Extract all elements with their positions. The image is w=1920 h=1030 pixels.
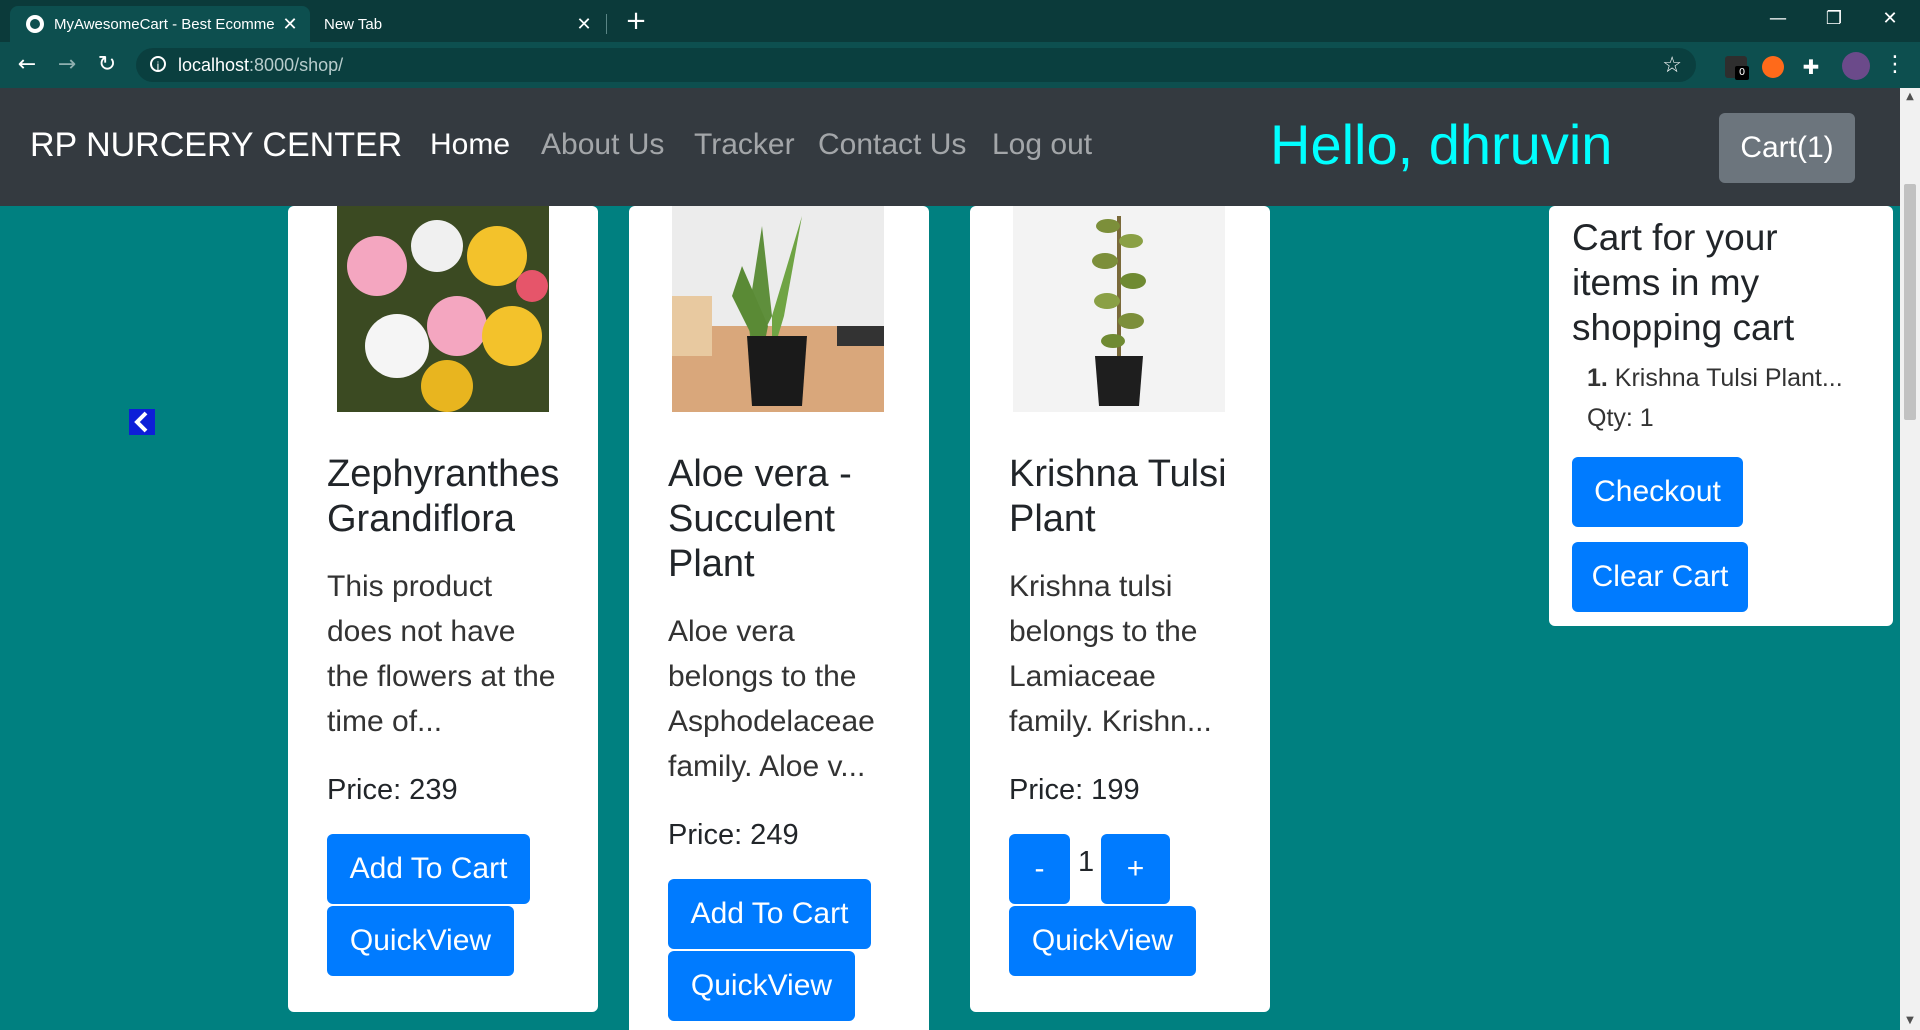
forward-icon[interactable]: → — [52, 50, 82, 80]
product-price: Price: 199 — [1009, 774, 1140, 806]
scroll-thumb[interactable] — [1904, 184, 1916, 420]
cart-button[interactable]: Cart(1) — [1719, 113, 1855, 183]
product-description: Aloe vera belongs to the Asphodelaceae f… — [668, 609, 908, 789]
product-title-line: Zephyranthes — [327, 453, 560, 495]
brand-logo-text[interactable]: RP NURCERY CENTER — [30, 126, 402, 165]
scroll-down-icon[interactable]: ▼ — [1900, 1012, 1920, 1030]
globe-icon — [26, 15, 44, 33]
window-close-icon[interactable]: ✕ — [1862, 4, 1918, 34]
desc-line: the flowers at the — [327, 660, 556, 693]
cart-item-number: 1. — [1587, 364, 1608, 392]
browser-toolbar: ← → ↻ i localhost:8000/shop/ ☆ 0 ✚ ⋮ — [0, 42, 1920, 88]
minimize-icon[interactable]: — — [1750, 4, 1806, 34]
desc-line: belongs to the — [668, 660, 857, 693]
checkout-button[interactable]: Checkout — [1572, 457, 1743, 527]
quickview-button[interactable]: QuickView — [327, 906, 514, 976]
browser-tab-strip: MyAwesomeCart - Best Ecomme ✕ New Tab ✕ … — [0, 0, 1920, 42]
product-price: Price: 239 — [327, 774, 458, 806]
desc-line: Krishna tulsi — [1009, 570, 1173, 603]
quantity-value: 1 — [1078, 846, 1095, 878]
product-description: This product does not have the flowers a… — [327, 564, 567, 744]
cart-item-name: Krishna Tulsi Plant... — [1607, 364, 1843, 392]
url-host: localhost — [178, 55, 250, 75]
add-to-cart-button[interactable]: Add To Cart — [668, 879, 871, 949]
site-navbar: RP NURCERY CENTER Home About Us Tracker … — [0, 88, 1900, 206]
extension-icon[interactable]: 0 — [1725, 56, 1749, 80]
desc-line: Asphodelaceae — [668, 705, 875, 738]
puzzle-icon[interactable]: ✚ — [1800, 56, 1822, 78]
tab-separator — [606, 14, 607, 34]
product-title: Aloe vera - Succulent Plant — [668, 452, 852, 587]
product-image-flowers — [337, 206, 549, 412]
cart-item: 1. Krishna Tulsi Plant... — [1587, 364, 1843, 393]
product-card: Aloe vera - Succulent Plant Aloe vera be… — [629, 206, 929, 1030]
product-description: Krishna tulsi belongs to the Lamiaceae f… — [1009, 564, 1249, 744]
tab-title: MyAwesomeCart - Best Ecomme — [54, 15, 275, 33]
product-title: Zephyranthes Grandiflora — [327, 452, 559, 542]
cart-popover: Cart for your items in my shopping cart … — [1549, 206, 1893, 626]
product-title: Krishna Tulsi Plant — [1009, 452, 1227, 542]
product-price: Price: 249 — [668, 819, 799, 851]
clear-cart-button[interactable]: Clear Cart — [1572, 542, 1748, 612]
scroll-up-icon[interactable]: ▲ — [1900, 88, 1920, 106]
profile-avatar[interactable] — [1842, 52, 1870, 80]
product-title-line: Succulent — [668, 498, 835, 540]
extension-badge: 0 — [1735, 66, 1749, 80]
quickview-button[interactable]: QuickView — [1009, 906, 1196, 976]
bookmark-star-icon[interactable]: ☆ — [1662, 48, 1682, 82]
cart-item-qty: Qty: 1 — [1587, 404, 1654, 432]
desc-line: Lamiaceae — [1009, 660, 1156, 693]
product-image-aloe-vera — [672, 206, 884, 412]
desc-line: family. Krishn... — [1009, 705, 1212, 738]
quickview-button[interactable]: QuickView — [668, 951, 855, 1021]
nav-link-tracker[interactable]: Tracker — [694, 128, 795, 162]
add-to-cart-button[interactable]: Add To Cart — [327, 834, 530, 904]
page-scrollbar[interactable]: ▲ ▼ — [1900, 88, 1920, 1030]
url-path: :8000/shop/ — [249, 55, 344, 75]
browser-tab-active[interactable]: MyAwesomeCart - Best Ecomme ✕ — [10, 6, 310, 42]
product-title-line: Plant — [668, 543, 755, 585]
product-card: Krishna Tulsi Plant Krishna tulsi belong… — [970, 206, 1270, 1012]
back-icon[interactable]: ← — [12, 50, 42, 80]
nav-link-contact[interactable]: Contact Us — [818, 128, 966, 162]
nav-link-about[interactable]: About Us — [541, 128, 664, 162]
product-title-line: Aloe vera - — [668, 453, 852, 495]
cart-popover-title: Cart for your items in my shopping cart — [1572, 217, 1795, 348]
browser-menu-icon[interactable]: ⋮ — [1884, 50, 1906, 80]
product-title-line: Grandiflora — [327, 498, 515, 540]
close-tab-icon[interactable]: ✕ — [278, 14, 302, 35]
product-card: Zephyranthes Grandiflora This product do… — [288, 206, 598, 1012]
new-tab-icon[interactable]: + — [622, 8, 650, 36]
tab-title: New Tab — [324, 15, 383, 33]
desc-line: family. Aloe v... — [668, 750, 866, 783]
increase-qty-button[interactable]: + — [1101, 834, 1170, 904]
decrease-qty-button[interactable]: - — [1009, 834, 1070, 904]
nav-link-home[interactable]: Home — [430, 128, 510, 162]
restore-icon[interactable]: ❐ — [1806, 4, 1862, 34]
product-title-line: Plant — [1009, 498, 1096, 540]
reload-icon[interactable]: ↻ — [92, 50, 122, 80]
nav-link-logout[interactable]: Log out — [992, 128, 1092, 162]
greeting: Hello, dhruvin — [1270, 113, 1613, 176]
desc-line: belongs to the — [1009, 615, 1198, 648]
browser-tab-new[interactable]: New Tab ✕ — [310, 6, 604, 42]
desc-line: does not have — [327, 615, 516, 648]
info-icon[interactable]: i — [150, 56, 166, 73]
desc-line: time of... — [327, 705, 443, 738]
address-bar[interactable]: i localhost:8000/shop/ ☆ — [136, 48, 1696, 82]
close-tab-icon[interactable]: ✕ — [572, 14, 596, 35]
desc-line: Aloe vera — [668, 615, 795, 648]
carousel-prev-icon[interactable] — [129, 409, 155, 435]
product-image-tulsi — [1013, 206, 1225, 412]
extension-orange-icon[interactable] — [1762, 56, 1784, 78]
product-title-line: Krishna Tulsi — [1009, 453, 1227, 495]
desc-line: This product — [327, 570, 493, 603]
